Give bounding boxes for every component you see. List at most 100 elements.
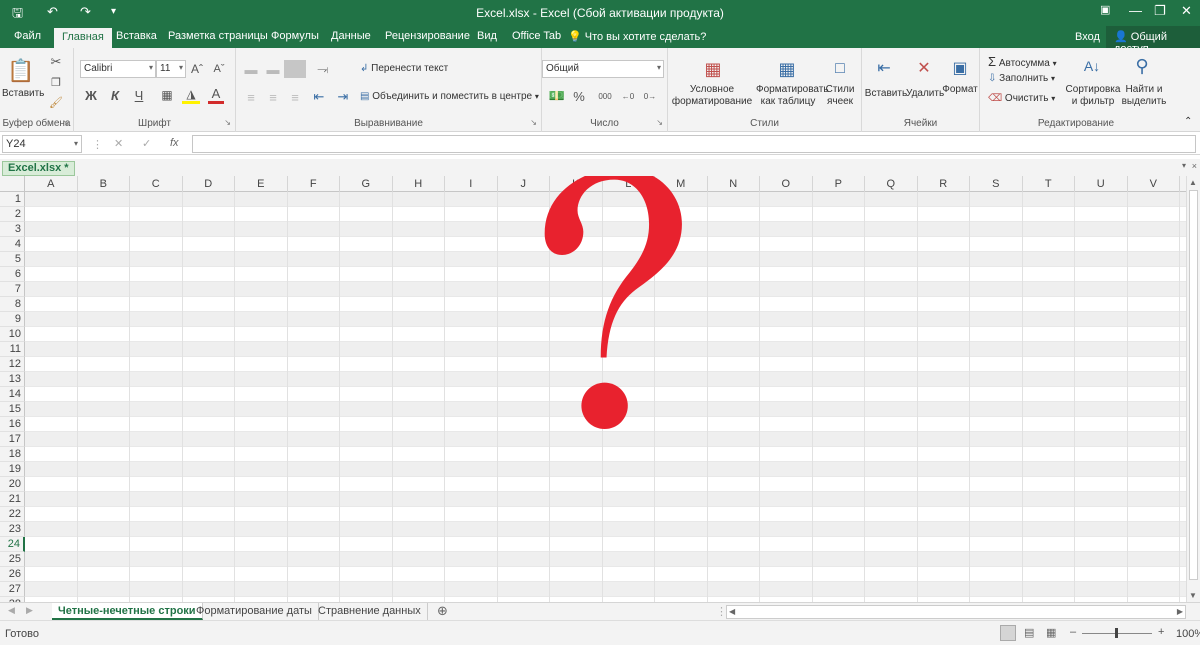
tab-home[interactable]: Главная [54,28,112,48]
name-box[interactable]: Y24 ▾ [2,135,82,153]
document-tab[interactable]: Excel.xlsx * [2,161,75,176]
autosum-button[interactable]: Σ Автосумма ▾ [988,54,1057,69]
row-cells[interactable] [25,492,1186,507]
delete-cells-button[interactable]: Удалить [906,88,944,100]
row-header[interactable]: 4 [0,237,25,252]
tab-office-tab[interactable]: Office Tab [512,30,561,42]
row-header[interactable]: 26 [0,567,25,582]
row-header[interactable]: 19 [0,462,25,477]
row-cells[interactable] [25,477,1186,492]
column-header[interactable]: H [393,176,445,192]
formula-input[interactable] [192,135,1196,153]
scroll-left-icon[interactable]: ◀ [729,607,735,616]
row-header[interactable]: 10 [0,327,25,342]
zoom-out-icon[interactable]: – [1070,626,1076,638]
align-bottom-icon[interactable] [284,60,306,78]
increase-decimal-icon[interactable]: ←0 [620,88,636,104]
column-header[interactable]: P [813,176,865,192]
row-header[interactable]: 11 [0,342,25,357]
tab-formulas[interactable]: Формулы [271,30,319,42]
row-cells[interactable] [25,462,1186,477]
tab-file[interactable]: Файл [14,30,41,42]
align-right-icon[interactable]: ≡ [286,90,304,105]
column-header[interactable]: V [1128,176,1180,192]
row-header[interactable]: 6 [0,267,25,282]
insert-cells-button[interactable]: Вставить [864,88,908,100]
page-break-view-icon[interactable]: ▦ [1046,626,1056,639]
sort-filter-icon[interactable]: A↓ [1080,54,1104,78]
copy-icon[interactable]: ❐ [48,74,64,90]
row-cells[interactable] [25,522,1186,537]
sheet-tab-date-format[interactable]: Форматирование даты [190,603,319,620]
column-header[interactable]: Q [865,176,918,192]
row-header[interactable]: 23 [0,522,25,537]
insert-cells-icon[interactable]: ⇤ [872,56,896,80]
orientation-icon[interactable]: ⥗ [312,60,334,78]
restore-icon[interactable]: ❐ [1154,3,1166,19]
fill-color-icon[interactable]: ◮ [182,86,200,104]
align-left-icon[interactable]: ≡ [242,90,260,105]
find-select-button[interactable]: Найти и выделить [1120,84,1168,108]
next-sheet-icon[interactable]: ▶ [26,605,33,616]
tab-data[interactable]: Данные [331,30,371,42]
decrease-font-icon[interactable]: Aˇ [212,60,226,78]
enter-icon[interactable]: ✓ [142,137,151,150]
add-sheet-icon[interactable]: ⊕ [437,603,448,619]
row-header[interactable]: 12 [0,357,25,372]
decrease-indent-icon[interactable]: ⇤ [310,89,328,104]
row-header[interactable]: 13 [0,372,25,387]
row-header[interactable]: 15 [0,402,25,417]
row-header[interactable]: 5 [0,252,25,267]
sign-in-link[interactable]: Вход [1075,31,1100,43]
column-header[interactable]: B [78,176,130,192]
select-all-corner[interactable] [0,176,25,192]
comma-style-button[interactable]: 000 [596,88,614,104]
insert-function-button[interactable]: fx [170,137,179,149]
bold-button[interactable]: Ж [84,86,98,104]
row-header[interactable]: 8 [0,297,25,312]
row-header[interactable]: 18 [0,447,25,462]
row-cells[interactable] [25,552,1186,567]
tab-close-icon[interactable]: × [1192,161,1197,171]
underline-button[interactable]: Ч [132,86,146,104]
minimize-icon[interactable]: — [1129,3,1142,18]
worksheet-grid[interactable]: ABCDEFGHIJKLMNOPQRSTUV 12345678910111213… [0,176,1186,602]
row-header[interactable]: 25 [0,552,25,567]
clear-button[interactable]: ⌫ Очистить ▾ [988,93,1055,104]
row-header[interactable]: 22 [0,507,25,522]
row-header[interactable]: 1 [0,192,25,207]
sort-filter-button[interactable]: Сортировка и фильтр [1064,84,1122,108]
format-as-table-button[interactable]: Форматировать как таблицу [756,84,829,108]
column-header[interactable]: C [130,176,183,192]
column-header[interactable]: G [340,176,393,192]
column-header[interactable]: S [970,176,1023,192]
decrease-decimal-icon[interactable]: 0→ [642,88,658,104]
column-header[interactable]: U [1075,176,1128,192]
cut-icon[interactable]: ✂ [48,54,64,70]
format-cells-button[interactable]: Формат [942,84,978,96]
scroll-down-icon[interactable]: ▼ [1189,591,1197,600]
zoom-slider-thumb[interactable] [1115,628,1118,638]
prev-sheet-icon[interactable]: ◀ [8,605,15,616]
dialog-launcher-icon[interactable]: ↘ [62,118,69,127]
percent-button[interactable]: % [572,88,586,104]
column-header[interactable]: I [445,176,498,192]
horizontal-scrollbar[interactable]: ◀ ▶ [726,605,1186,619]
increase-indent-icon[interactable]: ⇥ [334,89,352,104]
wrap-text-button[interactable]: ↲ Перенести текст [360,63,448,74]
row-header[interactable]: 24 [0,537,25,552]
merge-center-button[interactable]: ▤ Объединить и поместить в центре ▾ [360,91,539,102]
scroll-up-icon[interactable]: ▲ [1189,178,1197,187]
paste-icon[interactable]: 📋 [7,56,34,86]
format-painter-icon[interactable]: 🖌 [48,94,64,110]
align-middle-icon[interactable]: ▬ [264,62,282,77]
column-header[interactable]: O [760,176,813,192]
column-header[interactable]: R [918,176,970,192]
row-header[interactable]: 14 [0,387,25,402]
font-size-select[interactable]: 11 ▾ [156,60,186,78]
row-cells[interactable] [25,567,1186,582]
font-color-icon[interactable]: A [208,86,224,104]
search-icon[interactable]: ⚲ [1130,54,1154,78]
increase-font-icon[interactable]: Aˆ [190,60,204,78]
column-header[interactable]: F [288,176,340,192]
